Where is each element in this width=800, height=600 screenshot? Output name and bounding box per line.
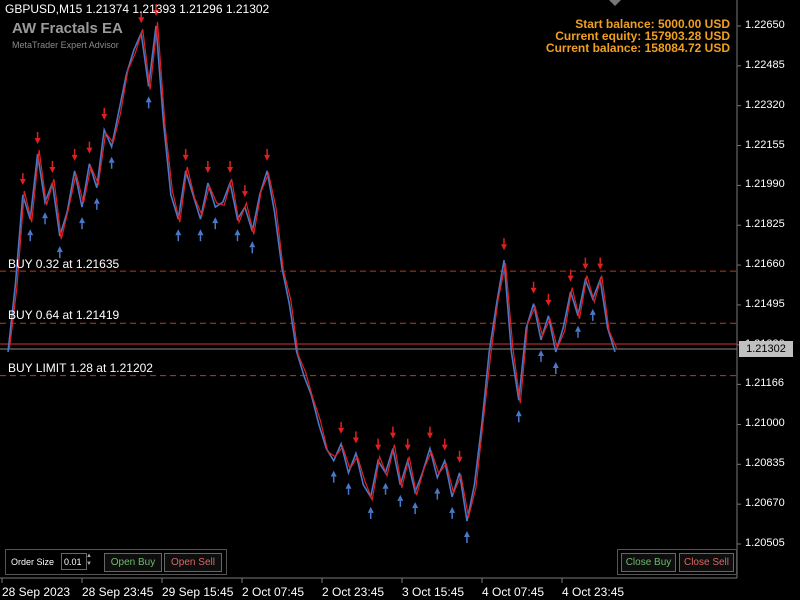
open-sell-button[interactable]: Open Sell	[164, 553, 222, 572]
ohlc-values: 1.21374 1.21393 1.21296 1.21302	[85, 2, 270, 16]
close-buy-button[interactable]: Close Buy	[621, 553, 676, 572]
chart-header: GBPUSD,M15 1.21374 1.21393 1.21296 1.213…	[5, 2, 269, 16]
level-label-buy-1: BUY 0.32 at 1.21635	[8, 257, 120, 271]
price-tick-label: 1.20835	[745, 457, 785, 470]
price-tick-label: 1.21000	[745, 417, 785, 430]
time-tick-label: 2 Oct 23:45	[322, 585, 385, 599]
time-tick-label: 29 Sep 15:45	[162, 585, 234, 599]
price-tick-label: 1.21495	[745, 297, 785, 310]
price-tick-label: 1.20670	[745, 497, 785, 510]
order-size-down-icon[interactable]: ▼	[86, 561, 92, 568]
price-chart[interactable]	[0, 0, 800, 600]
time-tick-label: 4 Oct 23:45	[562, 585, 625, 599]
level-label-buy-2: BUY 0.64 at 1.21419	[8, 308, 120, 322]
level-label-buy-limit: BUY LIMIT 1.28 at 1.21202	[8, 361, 153, 375]
ea-subtitle: MetaTrader Expert Advisor	[12, 40, 119, 50]
price-tick-label: 1.20505	[745, 537, 785, 549]
price-tick-label: 1.22320	[745, 98, 785, 111]
ea-title: AW Fractals EA	[12, 20, 123, 37]
price-tick-label: 1.22650	[745, 19, 785, 31]
current-price-tag: 1.21302	[739, 341, 793, 357]
price-tick-label: 1.21166	[745, 377, 784, 390]
order-size-up-icon[interactable]: ▲	[86, 553, 92, 560]
order-panel: Order Size ▲ ▼ Open Buy Open Sell	[5, 549, 227, 575]
price-tick-label: 1.21990	[745, 178, 785, 191]
current-balance: Current balance: 158084.72 USD	[545, 41, 730, 55]
open-buy-button[interactable]: Open Buy	[104, 553, 162, 572]
time-tick-label: 4 Oct 07:45	[482, 585, 545, 599]
price-tick-label: 1.22155	[745, 138, 785, 151]
price-tick-label: 1.22485	[745, 58, 785, 71]
price-tick-label: 1.21825	[745, 218, 785, 231]
price-tick-label: 1.21660	[745, 258, 785, 271]
time-tick-label: 2 Oct 07:45	[242, 585, 305, 599]
order-size-input[interactable]	[61, 553, 87, 570]
close-panel: Close Buy Close Sell	[617, 549, 737, 575]
time-tick-label: 3 Oct 15:45	[402, 585, 465, 599]
close-sell-button[interactable]: Close Sell	[679, 553, 734, 572]
order-size-label: Order Size	[11, 557, 55, 567]
symbol-timeframe: GBPUSD,M15	[5, 2, 83, 16]
time-tick-label: 28 Sep 2023	[2, 585, 71, 599]
time-tick-label: 28 Sep 23:45	[82, 585, 154, 599]
